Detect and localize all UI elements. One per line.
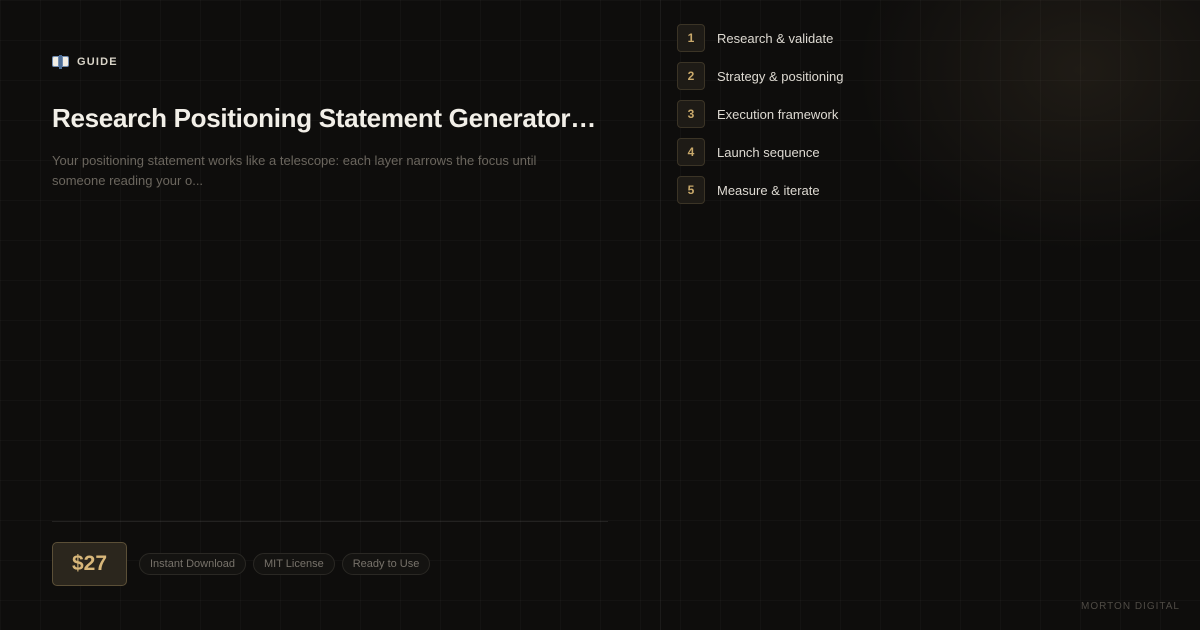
step-number-badge: 3 (677, 100, 705, 128)
step-item: 5 Measure & iterate (677, 176, 843, 204)
price-row: $27 Instant Download MIT License Ready t… (52, 542, 431, 586)
step-label: Execution framework (717, 106, 839, 122)
brand-wordmark: Morton Digital (1080, 601, 1180, 612)
product-title: Research Positioning Statement Generator… (52, 103, 596, 133)
step-label: Launch sequence (717, 144, 820, 160)
category-label: Guide (77, 56, 118, 68)
step-item: 2 Strategy & positioning (677, 62, 843, 90)
step-number-badge: 1 (677, 24, 705, 52)
badge-instant-download: Instant Download (139, 553, 246, 575)
steps-list: 1 Research & validate 2 Strategy & posit… (677, 24, 843, 214)
step-label: Measure & iterate (717, 182, 820, 198)
price-tag: $27 (52, 542, 127, 586)
step-number-badge: 5 (677, 176, 705, 204)
open-book-icon (52, 55, 69, 69)
step-number-badge: 4 (677, 138, 705, 166)
product-card: Guide Research Positioning Statement Gen… (0, 0, 1200, 630)
vertical-divider (660, 0, 661, 630)
step-item: 4 Launch sequence (677, 138, 843, 166)
step-item: 3 Execution framework (677, 100, 843, 128)
step-number-badge: 2 (677, 62, 705, 90)
category-tag: Guide (52, 55, 118, 69)
badge-license: MIT License (253, 553, 335, 575)
product-info-panel: Guide Research Positioning Statement Gen… (52, 0, 608, 630)
step-item: 1 Research & validate (677, 24, 843, 52)
badge-ready-to-use: Ready to Use (341, 553, 431, 575)
step-label: Research & validate (717, 30, 834, 46)
product-description: Your positioning statement works like a … (52, 153, 537, 188)
step-label: Strategy & positioning (717, 68, 844, 84)
footer-divider (52, 521, 608, 522)
